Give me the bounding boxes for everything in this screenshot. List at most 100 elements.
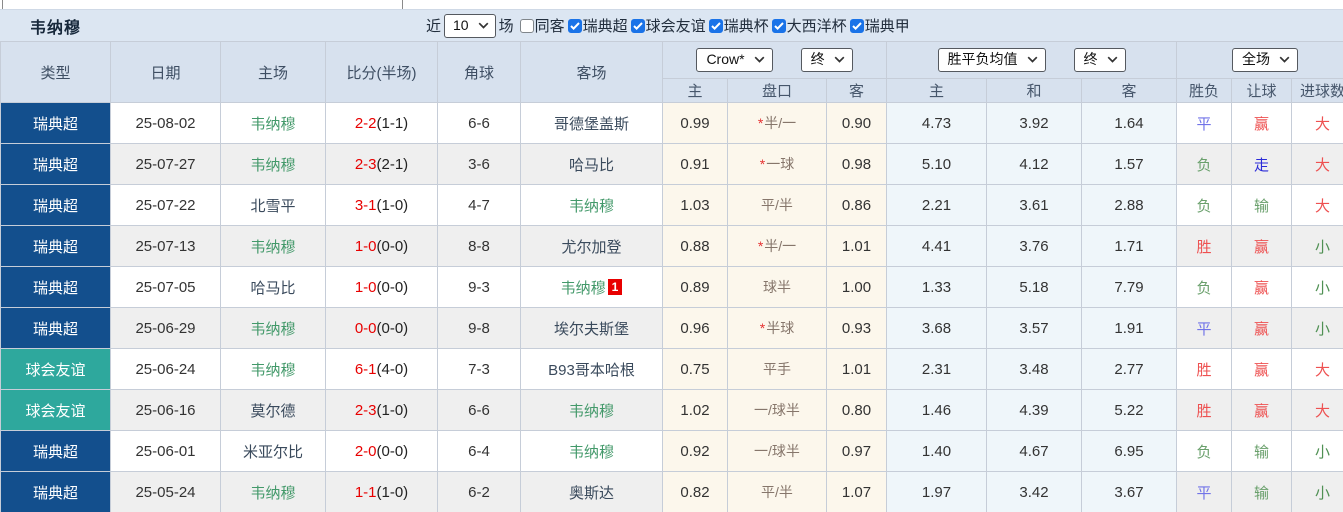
handicap-line-cell: 平手 [727, 348, 827, 390]
handicap-line-cell: *半/一 [727, 102, 827, 144]
subcol-handicap-result: 让球 [1231, 78, 1292, 103]
result-outcome: 胜 [1176, 225, 1232, 267]
corners-cell: 6-6 [437, 389, 521, 431]
filter-checkbox[interactable] [849, 18, 864, 33]
avg-home-odds: 2.31 [886, 348, 987, 390]
scope-select[interactable]: 全场 [1232, 48, 1298, 72]
away-team-link[interactable]: 尤尔加登 [561, 239, 621, 256]
avg-odds-select[interactable]: 胜平负均值 [937, 48, 1046, 72]
home-team-link[interactable]: 韦纳穆 [250, 485, 295, 502]
away-team-link[interactable]: 哥德堡盖斯 [554, 116, 629, 133]
home-team-link[interactable]: 韦纳穆 [250, 157, 295, 174]
filter-checkbox[interactable] [519, 18, 534, 33]
home-team-link[interactable]: 韦纳穆 [250, 321, 295, 338]
match-date: 25-07-13 [110, 225, 221, 267]
result-handicap: 走 [1231, 143, 1292, 185]
score-cell: 6-1(4-0) [325, 348, 438, 390]
score-cell: 1-0(0-0) [325, 225, 438, 267]
league-type-badge: 瑞典超 [0, 102, 111, 144]
chevron-down-icon [478, 22, 489, 29]
league-type-badge: 球会友谊 [0, 389, 111, 431]
fulltime-score: 3-1 [354, 196, 377, 214]
match-date: 25-07-22 [110, 184, 221, 226]
result-handicap-text: 赢 [1253, 320, 1269, 338]
filter-checkbox[interactable] [567, 18, 582, 33]
home-team-cell: 韦纳穆 [220, 348, 326, 390]
handicap-home-odds: 0.91 [662, 143, 728, 185]
handicap-away-odds: 0.86 [826, 184, 887, 226]
away-team-link[interactable]: 埃尔夫斯堡 [554, 321, 629, 338]
odds-provider-select[interactable]: Crow* [696, 48, 773, 72]
halftime-score: (2-1) [376, 155, 409, 173]
handicap-line: 平手 [763, 361, 791, 377]
result-goals: 小 [1290, 266, 1343, 308]
avg-home-odds: 1.97 [886, 471, 987, 512]
check-icon [710, 21, 721, 30]
corners-cell: 9-3 [437, 266, 521, 308]
filter-checkbox[interactable] [630, 18, 645, 33]
header-row-main: 类型 日期 主场 比分(半场) 角球 客场 Crow* 终 胜平负均值 终 全场 [0, 41, 1343, 103]
home-team-link[interactable]: 北雪平 [250, 198, 295, 215]
home-team-link[interactable]: 韦纳穆 [250, 362, 295, 379]
away-team-link[interactable]: B93哥本哈根 [548, 362, 635, 379]
filter-label: 同客 [534, 18, 565, 35]
handicap-line: 一/球半 [754, 443, 800, 459]
away-team-cell: 韦纳穆 [520, 389, 663, 431]
odds-state-select[interactable]: 终 [800, 48, 853, 72]
match-row: 瑞典超 25-07-27 韦纳穆 2-3(2-1) 3-6 哈马比 0.91 *… [0, 143, 1343, 185]
score-cell: 2-3(2-1) [325, 143, 438, 185]
away-team-cell: 埃尔夫斯堡 [520, 307, 663, 349]
handicap-away-odds: 0.98 [826, 143, 887, 185]
match-date: 25-05-24 [110, 471, 221, 512]
result-outcome-text: 平 [1196, 484, 1212, 502]
away-team-link[interactable]: 韦纳穆 [569, 444, 614, 461]
handicap-away-odds: 0.90 [826, 102, 887, 144]
recent-matches-value: 10 [453, 16, 469, 33]
avg-draw-odds: 3.42 [986, 471, 1082, 512]
away-team-link[interactable]: 奥斯达 [569, 485, 614, 502]
home-team-link[interactable]: 哈马比 [250, 280, 295, 297]
odds-state-value: 终 [810, 51, 825, 67]
corners-cell: 6-2 [437, 471, 521, 512]
match-date: 25-07-27 [110, 143, 221, 185]
match-row: 瑞典超 25-07-13 韦纳穆 1-0(0-0) 8-8 尤尔加登 0.88 … [0, 225, 1343, 267]
filter-label: 瑞典超 [582, 18, 628, 35]
handicap-home-odds: 0.75 [662, 348, 728, 390]
result-handicap: 赢 [1231, 225, 1292, 267]
league-type-badge: 瑞典超 [0, 430, 111, 472]
result-goals-text: 大 [1315, 361, 1331, 379]
fulltime-score: 1-0 [354, 237, 377, 255]
result-goals-text: 大 [1315, 115, 1331, 133]
avg-away-odds: 5.22 [1081, 389, 1177, 431]
match-history-panel: 韦纳穆 近 10 场 同客 瑞典超 球会友谊 瑞典杯 大西洋杯 瑞典甲 类型 日… [0, 0, 1343, 512]
away-team-link[interactable]: 韦纳穆 [561, 280, 606, 297]
away-team-link[interactable]: 哈马比 [569, 157, 614, 174]
home-team-cell: 韦纳穆 [220, 225, 326, 267]
avg-draw-odds: 3.57 [986, 307, 1082, 349]
away-team-cell: 韦纳穆 1 [520, 266, 663, 308]
subcol-handicap: 盘口 [727, 78, 827, 103]
away-team-link[interactable]: 韦纳穆 [569, 403, 614, 420]
avg-home-odds: 1.46 [886, 389, 987, 431]
result-outcome: 负 [1176, 266, 1232, 308]
avg-home-odds: 2.21 [886, 184, 987, 226]
recent-matches-select[interactable]: 10 [444, 13, 496, 38]
chevron-down-icon [834, 56, 845, 63]
filter-checkbox[interactable] [771, 18, 786, 33]
filter-checkbox[interactable] [708, 18, 723, 33]
home-team-link[interactable]: 莫尔德 [250, 403, 295, 420]
home-team-link[interactable]: 米亚尔比 [243, 444, 303, 461]
filter-item: 瑞典杯 [708, 15, 769, 36]
home-team-cell: 哈马比 [220, 266, 326, 308]
odds-provider-group: Crow* 终 [662, 41, 887, 79]
home-team-cell: 莫尔德 [220, 389, 326, 431]
handicap-home-odds: 0.82 [662, 471, 728, 512]
away-team-link[interactable]: 韦纳穆 [569, 198, 614, 215]
team-name-title: 韦纳穆 [30, 19, 82, 37]
home-team-link[interactable]: 韦纳穆 [250, 239, 295, 256]
result-goals-text: 小 [1315, 443, 1331, 461]
avg-state-select[interactable]: 终 [1073, 48, 1126, 72]
chevron-down-icon [1107, 56, 1118, 63]
home-team-link[interactable]: 韦纳穆 [250, 116, 295, 133]
home-team-cell: 北雪平 [220, 184, 326, 226]
